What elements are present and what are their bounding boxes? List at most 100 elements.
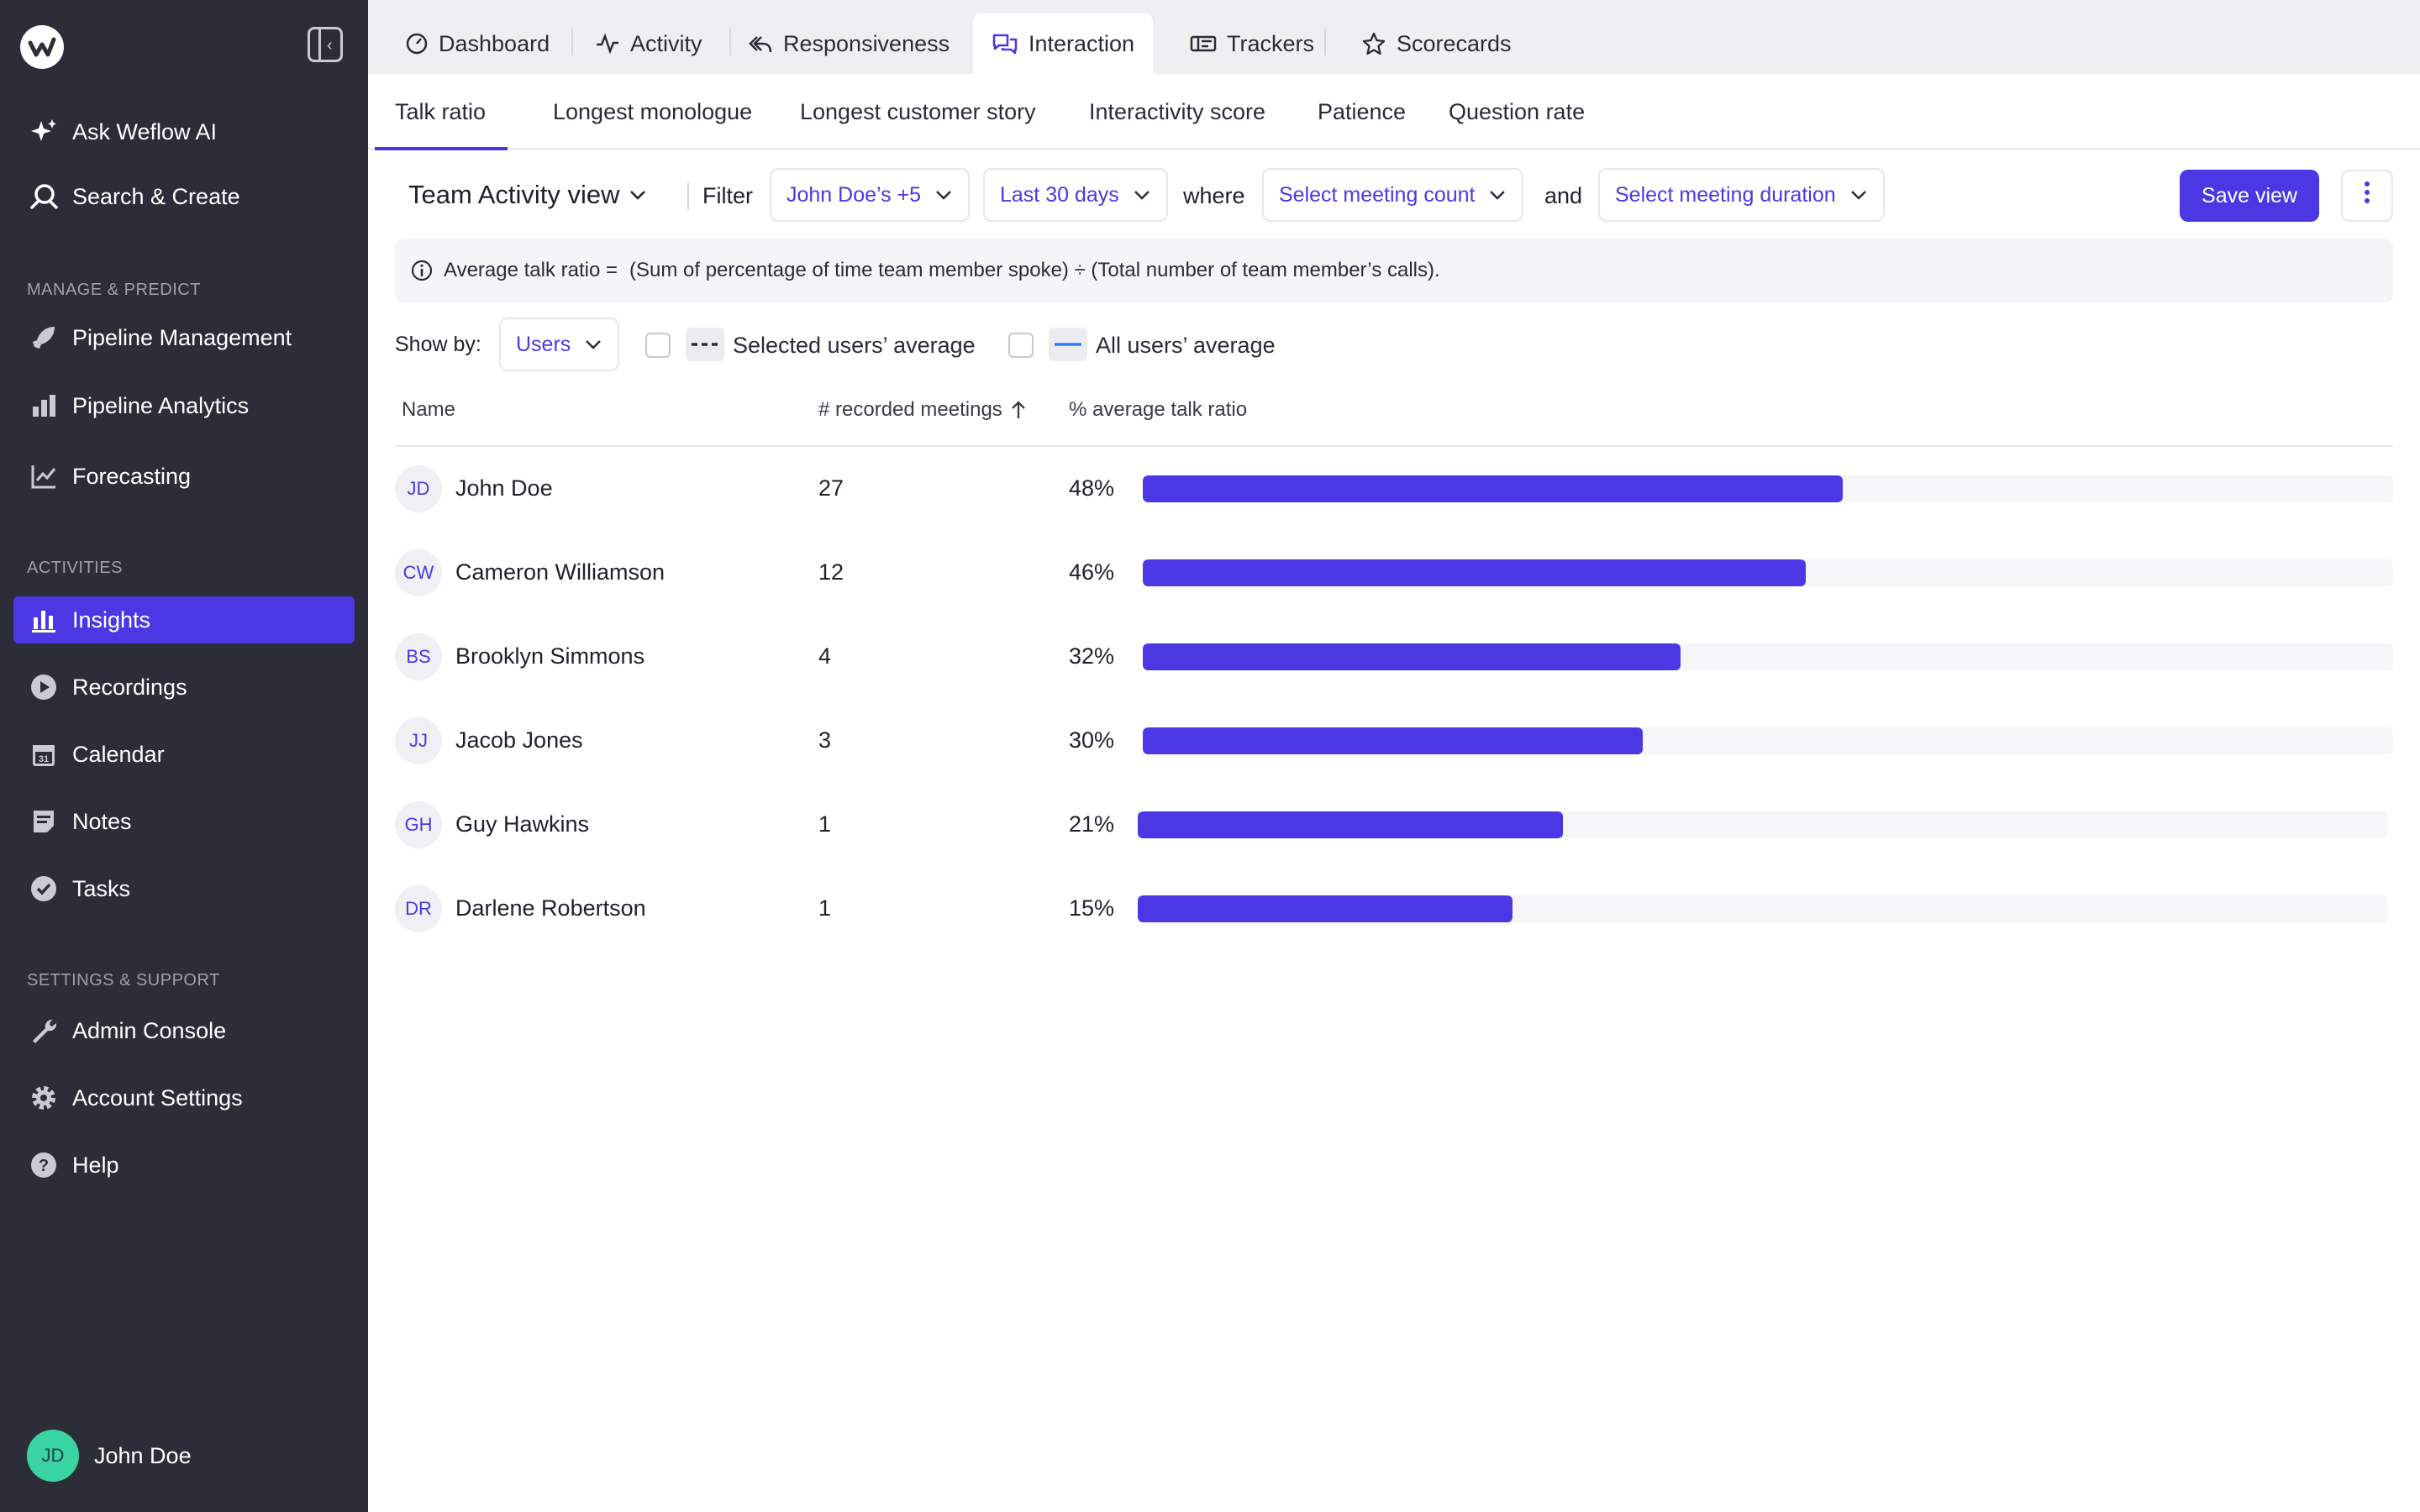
nav-search-create[interactable]: Search & Create — [13, 173, 355, 220]
notes-icon — [27, 805, 60, 838]
dashed-line-legend-icon — [686, 328, 724, 361]
tab-scorecards[interactable]: Scorecards — [1343, 13, 1530, 74]
sort-ascending-icon — [1011, 400, 1026, 420]
chevron-down-icon — [1133, 189, 1151, 201]
table-row[interactable]: GH Guy Hawkins 1 21% — [395, 783, 2393, 867]
nav-pipeline-management[interactable]: Pipeline Management — [13, 314, 355, 361]
nav-recordings[interactable]: Recordings — [13, 664, 355, 711]
nav-pipeline-analytics-label: Pipeline Analytics — [72, 392, 250, 418]
wrench-icon — [27, 1014, 60, 1047]
meetings-count-cell: 12 — [818, 559, 844, 585]
talk-ratio-value: 21% — [1069, 811, 1115, 837]
column-header-talk-ratio[interactable]: % average talk ratio — [1069, 398, 1247, 422]
help-icon: ? — [27, 1148, 60, 1182]
tab-trackers-label: Trackers — [1227, 30, 1315, 56]
date-range-dropdown[interactable]: Last 30 days — [983, 168, 1168, 222]
nav-help-label: Help — [72, 1152, 119, 1178]
selected-average-label: Selected users’ average — [733, 333, 976, 358]
tab-interaction[interactable]: Interaction — [973, 13, 1154, 74]
svg-text:?: ? — [39, 1157, 49, 1175]
nav-pipeline-analytics[interactable]: Pipeline Analytics — [13, 382, 355, 429]
tab-activity-label: Activity — [630, 30, 702, 56]
nav-account-settings[interactable]: Account Settings — [13, 1074, 355, 1121]
nav-notes[interactable]: Notes — [13, 798, 355, 845]
bar-chart-icon — [27, 389, 60, 423]
meetings-count-cell: 4 — [818, 643, 832, 669]
filter-label: Filter — [702, 183, 753, 208]
tab-divider — [571, 29, 573, 55]
tab-dashboard-label: Dashboard — [439, 30, 550, 56]
meetings-count-cell: 27 — [818, 475, 844, 501]
user-profile[interactable]: JD John Doe — [27, 1430, 192, 1482]
talk-ratio-bar-track — [1143, 475, 2393, 502]
collapse-sidebar-button[interactable]: ‹ — [308, 27, 343, 62]
formula-label: Average talk ratio = — [444, 259, 618, 281]
talk-ratio-bar — [1138, 895, 1513, 922]
show-by-dropdown[interactable]: Users — [499, 318, 620, 371]
talk-ratio-value: 15% — [1069, 895, 1115, 921]
subtab-patience[interactable]: Patience — [1318, 99, 1406, 125]
more-options-button[interactable] — [2341, 170, 2393, 222]
search-icon — [27, 180, 60, 213]
subtab-interactivity-score[interactable]: Interactivity score — [1089, 99, 1265, 125]
view-title: Team Activity view — [408, 180, 620, 209]
tab-interaction-label: Interaction — [1028, 30, 1135, 56]
save-view-button[interactable]: Save view — [2180, 170, 2319, 222]
show-by-row: Show by: Users Selected users’ average A… — [395, 318, 1403, 371]
nav-calendar-label: Calendar — [72, 741, 165, 767]
logo-icon — [28, 37, 56, 57]
nav-admin-console-label: Admin Console — [72, 1017, 227, 1043]
chevron-down-icon — [584, 339, 602, 350]
nav-admin-console[interactable]: Admin Console — [13, 1007, 355, 1054]
users-filter-dropdown[interactable]: John Doe’s +5 — [770, 168, 971, 222]
toolbar-divider — [687, 183, 689, 210]
subtab-talk-ratio[interactable]: Talk ratio — [375, 99, 508, 150]
table-row[interactable]: CW Cameron Williamson 12 46% — [395, 531, 2393, 615]
chevron-down-icon — [629, 189, 647, 201]
tab-responsiveness[interactable]: Responsiveness — [729, 13, 968, 74]
table-row[interactable]: JD John Doe 27 48% — [395, 447, 2393, 531]
table-row[interactable]: DR Darlene Robertson 1 15% — [395, 867, 2393, 951]
nav-tasks[interactable]: Tasks — [13, 865, 355, 912]
avatar: GH — [395, 801, 442, 848]
selected-average-checkbox[interactable] — [645, 333, 671, 358]
nav-insights-label: Insights — [72, 606, 151, 633]
solid-line-legend-icon — [1049, 328, 1087, 361]
tab-dashboard[interactable]: Dashboard — [387, 13, 568, 74]
weflow-logo[interactable] — [20, 25, 64, 69]
column-header-meetings[interactable]: # recorded meetings — [818, 398, 1026, 422]
subtab-longest-customer-story[interactable]: Longest customer story — [800, 99, 1036, 125]
formula-info-bar: Average talk ratio = (Sum of percentage … — [395, 239, 2393, 302]
view-selector[interactable]: Team Activity view — [408, 180, 647, 210]
nav-help[interactable]: ? Help — [13, 1142, 355, 1189]
section-manage-predict: MANAGE & PREDICT — [27, 281, 201, 299]
date-range-value: Last 30 days — [1000, 182, 1119, 207]
nav-calendar[interactable]: 31 Calendar — [13, 731, 355, 778]
table-row[interactable]: BS Brooklyn Simmons 4 32% — [395, 615, 2393, 699]
talk-ratio-bar — [1143, 559, 1806, 586]
section-settings-support: SETTINGS & SUPPORT — [27, 971, 220, 990]
nav-forecasting[interactable]: Forecasting — [13, 453, 355, 500]
table-row[interactable]: JJ Jacob Jones 3 30% — [395, 699, 2393, 783]
kebab-menu-icon — [2364, 181, 2370, 211]
meeting-count-dropdown[interactable]: Select meeting count — [1262, 168, 1524, 222]
nav-insights[interactable]: Insights — [13, 596, 355, 643]
subtab-question-rate[interactable]: Question rate — [1449, 99, 1585, 125]
tab-trackers[interactable]: Trackers — [1171, 13, 1333, 74]
nav-ask-ai[interactable]: Ask Weflow AI — [13, 108, 355, 155]
insights-chart-icon — [27, 603, 60, 637]
nav-ask-ai-label: Ask Weflow AI — [72, 118, 218, 144]
tab-activity[interactable]: Activity — [576, 13, 721, 74]
nav-notes-label: Notes — [72, 808, 132, 834]
formula-text: (Sum of percentage of time team member s… — [629, 259, 1440, 281]
nav-tasks-label: Tasks — [72, 875, 131, 901]
column-header-name[interactable]: Name — [402, 398, 455, 422]
all-average-checkbox[interactable] — [1008, 333, 1034, 358]
talk-ratio-value: 46% — [1069, 559, 1115, 585]
meeting-duration-dropdown[interactable]: Select meeting duration — [1598, 168, 1885, 222]
subtab-longest-monologue[interactable]: Longest monologue — [553, 99, 752, 125]
avatar: DR — [395, 885, 442, 932]
talk-ratio-bar — [1143, 643, 1681, 670]
chevron-down-icon — [934, 189, 953, 201]
users-filter-value: John Doe’s +5 — [786, 182, 922, 207]
